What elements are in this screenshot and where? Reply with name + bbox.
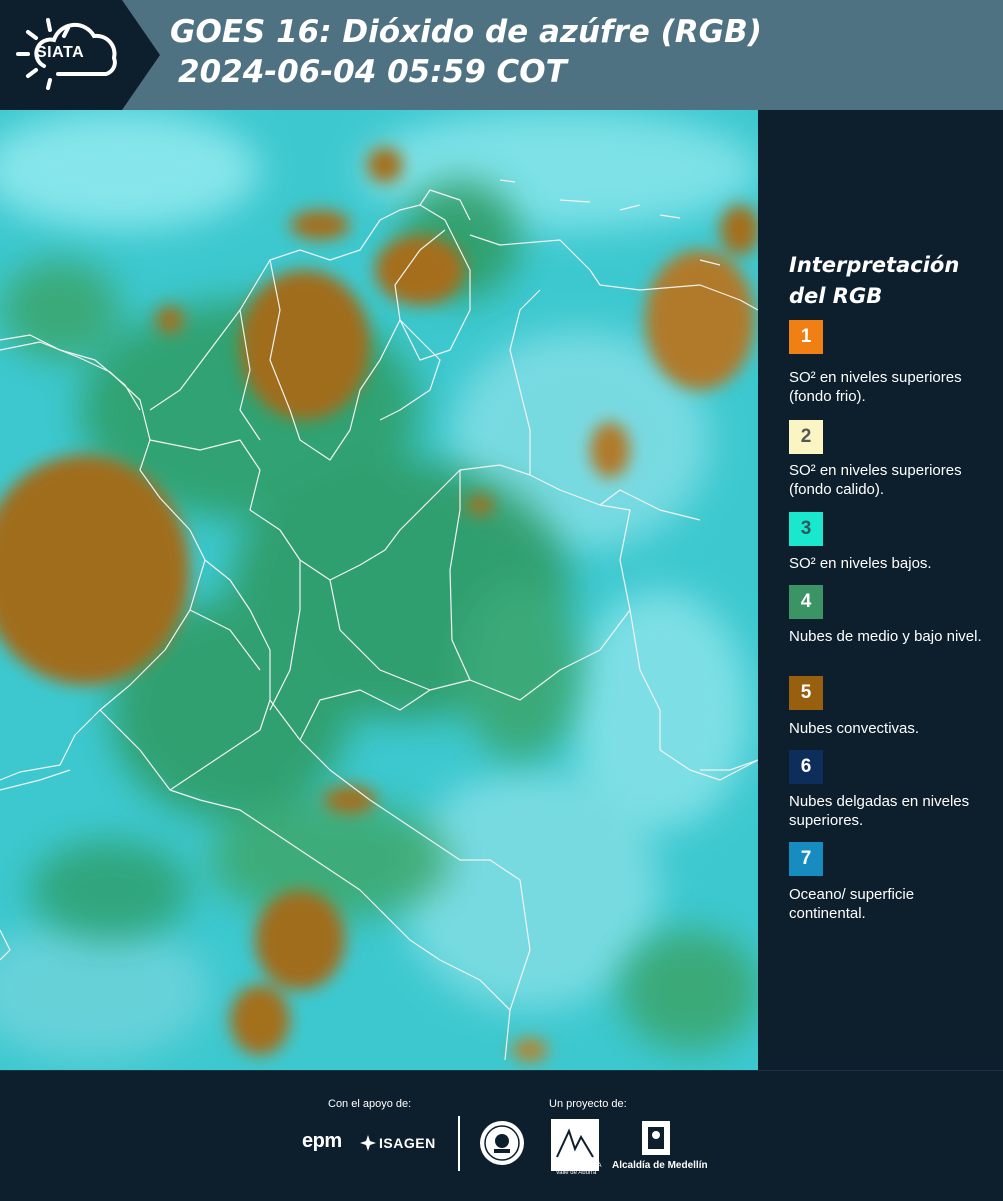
support-label: Con el apoyo de:: [328, 1098, 412, 1110]
legend-title: Interpretación del RGB: [789, 250, 989, 312]
legend-swatch-5: 5: [789, 676, 823, 710]
page-title: GOES 16: Dióxido de azúfre (RGB): [170, 14, 762, 50]
satellite-map-image: [0, 110, 758, 1070]
legend-swatch-1: 1: [789, 320, 823, 354]
logo-text: SIATA: [36, 44, 85, 61]
footer: Con el apoyo de: Un proyecto de: epm ISA…: [0, 1070, 1003, 1201]
page-subtitle-timestamp: 2024-06-04 05:59 COT: [178, 54, 567, 90]
legend-title-line2: del RGB: [789, 284, 883, 308]
legend-swatch-4: 4: [789, 585, 823, 619]
legend-panel: Interpretación del RGB 1 SO² en niveles s…: [758, 110, 1003, 1070]
legend-label-2: SO² en niveles superiores (fondo calido)…: [789, 462, 962, 498]
legend-title-line1: Interpretación: [789, 253, 960, 277]
legend-label-3: SO² en niveles bajos.: [789, 555, 932, 572]
isagen-star-icon: [360, 1135, 376, 1151]
header-bar: SIATA GOES 16: Dióxido de azúfre (RGB) 2…: [0, 0, 1003, 110]
alcaldia-shield-icon: [642, 1121, 670, 1155]
epm-logo: epm: [302, 1130, 342, 1152]
legend-label-6: Nubes delgadas en niveles superiores.: [789, 793, 970, 829]
medellin-seal-icon: [480, 1121, 524, 1165]
satellite-map: [0, 110, 758, 1070]
project-label: Un proyecto de:: [549, 1098, 627, 1110]
footer-divider: [458, 1116, 460, 1171]
legend-label-1: SO² en niveles superiores (fondo frio).: [789, 369, 962, 405]
isagen-logo: ISAGEN: [379, 1135, 436, 1151]
legend-swatch-2: 2: [789, 420, 823, 454]
legend-swatch-6: 6: [789, 750, 823, 784]
alcaldia-label: Alcaldía de Medellín: [612, 1160, 708, 1171]
area-metropolitana-label: METROPOLITANA Valle de Aburrá: [550, 1163, 602, 1176]
legend-label-5: Nubes convectivas.: [789, 720, 920, 737]
legend-swatch-3: 3: [789, 512, 823, 546]
legend-label-7: Oceano/ superficie continental.: [789, 886, 915, 922]
legend-swatch-7: 7: [789, 842, 823, 876]
legend-label-4: Nubes de medio y bajo nivel.: [789, 628, 982, 645]
